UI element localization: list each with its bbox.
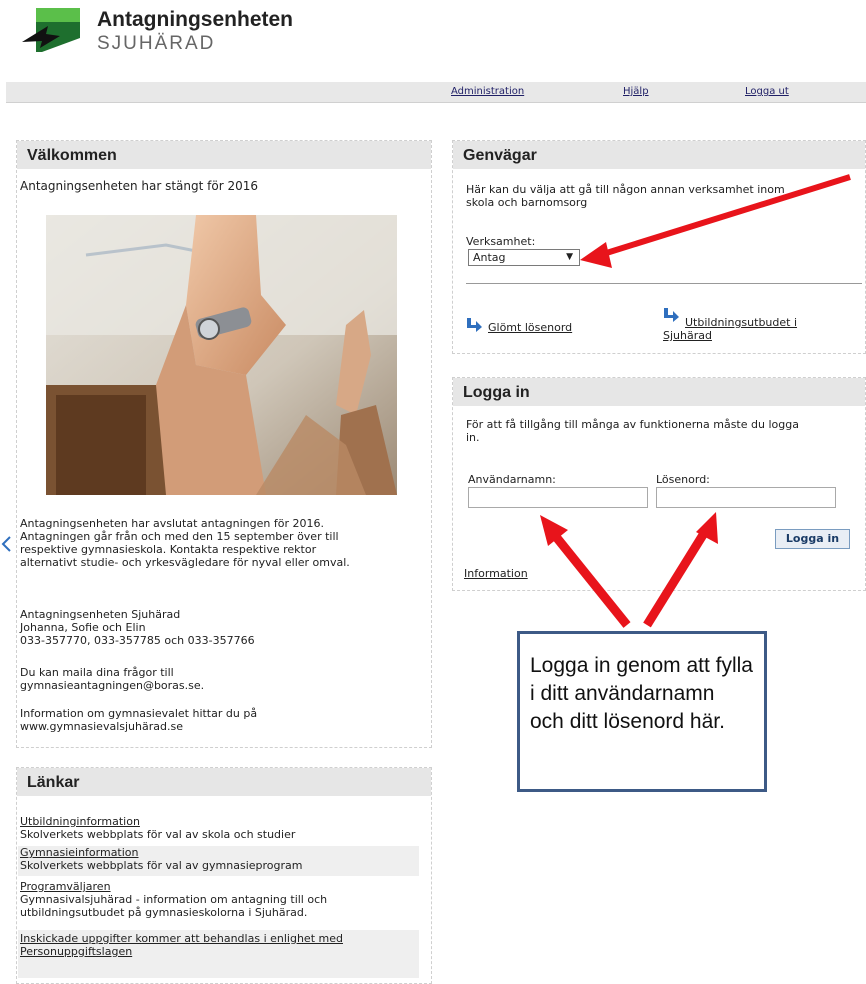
password-label: Lösenord:: [656, 473, 710, 486]
mail-info: Du kan maila dina frågor till gymnasiean…: [20, 666, 204, 692]
nav-logout-link[interactable]: Logga ut: [745, 86, 789, 97]
utbildning-link[interactable]: Utbildninginformation: [20, 815, 295, 828]
welcome-line: respektive gymnasieskola. Kontakta respe…: [20, 543, 317, 556]
links-title: Länkar: [27, 774, 80, 791]
mail-line: Du kan maila dina frågor till: [20, 666, 174, 679]
shortcuts-intro-line: Här kan du välja att gå till någon annan…: [466, 183, 785, 196]
logo-title: Antagningsenheten: [97, 8, 294, 31]
login-intro-line: För att få tillgång till många av funkti…: [466, 418, 799, 431]
contact-line: Antagningsenheten Sjuhärad: [20, 608, 181, 621]
shortcuts-title: Genvägar: [463, 147, 537, 164]
list-item: Gymnasieinformation Skolverkets webbplat…: [18, 846, 419, 876]
mail-line: gymnasieantagningen@boras.se.: [20, 679, 205, 692]
utbildningsutbud-link[interactable]: Utbildningsutbudet i Sjuhärad: [663, 316, 797, 342]
contact-line: 033-357770, 033-357785 och 033-357766: [20, 634, 255, 647]
gymnasieval-info: Information om gymnasievalet hittar du p…: [20, 707, 257, 733]
logo-subtitle: SJUHÄRAD: [97, 33, 216, 54]
nav-help-link[interactable]: Hjälp: [623, 86, 649, 97]
arrow-right-icon: [467, 318, 482, 332]
contact-info: Antagningsenheten Sjuhärad Johanna, Sofi…: [20, 608, 255, 647]
welcome-line: alternativt studie- och yrkesvägledare f…: [20, 556, 350, 569]
verksamhet-label: Verksamhet:: [466, 235, 536, 248]
welcome-panel-header: Välkommen: [17, 141, 431, 169]
personuppgift-link-line[interactable]: Personuppgiftslagen: [20, 945, 419, 958]
link-description: Skolverkets webbplats för val av gymnasi…: [20, 859, 303, 872]
link-description: Skolverkets webbplats för val av skola o…: [20, 828, 296, 841]
contact-line: Johanna, Sofie och Elin: [20, 621, 146, 634]
partial-arrow-icon: [1, 536, 11, 552]
chevron-down-icon: ▼: [566, 252, 573, 262]
utbildningsutbud-link-line[interactable]: Utbildningsutbudet i: [663, 316, 797, 329]
welcome-paragraph: Antagningsenheten har avslutat antagning…: [20, 517, 350, 569]
verksamhet-selected-value: Antag: [473, 251, 506, 264]
username-input[interactable]: [468, 487, 648, 508]
login-title: Logga in: [463, 384, 530, 401]
divider: [466, 283, 862, 284]
utbildningsutbud-link-line[interactable]: Sjuhärad: [663, 329, 797, 342]
login-button[interactable]: Logga in: [775, 529, 850, 549]
nav-administration-link[interactable]: Administration: [451, 86, 524, 97]
list-item: Utbildninginformation Skolverkets webbpl…: [20, 815, 295, 841]
welcome-line: Antagningsenheten har avslutat antagning…: [20, 517, 324, 530]
shortcuts-panel-header: Genvägar: [453, 141, 865, 169]
username-label: Användarnamn:: [468, 473, 556, 486]
information-link[interactable]: Information: [464, 567, 528, 580]
login-panel-header: Logga in: [453, 378, 865, 406]
top-nav-bar: [6, 82, 866, 103]
closed-notice: Antagningsenheten har stängt för 2016: [20, 179, 259, 193]
verksamhet-select[interactable]: Antag ▼: [468, 249, 580, 266]
links-panel-header: Länkar: [17, 768, 431, 796]
personuppgift-link-line[interactable]: Inskickade uppgifter kommer att behandla…: [20, 932, 419, 945]
shortcuts-intro: Här kan du välja att gå till någon annan…: [466, 183, 785, 209]
gymnasie-link[interactable]: Gymnasieinformation: [20, 846, 419, 859]
forgot-password-link[interactable]: Glömt lösenord: [488, 321, 572, 334]
shortcuts-intro-line: skola och barnomsorg: [466, 196, 588, 209]
info-line: Information om gymnasievalet hittar du p…: [20, 707, 258, 720]
welcome-title: Välkommen: [27, 147, 117, 164]
info-line: www.gymnasievalsjuhärad.se: [20, 720, 183, 733]
login-intro: För att få tillgång till många av funkti…: [466, 418, 799, 444]
password-input[interactable]: [656, 487, 836, 508]
link-description: utbildningsutbudet på gymnasieskolorna i…: [20, 906, 308, 919]
list-item: Programväljaren Gymnasivalsjuhärad - inf…: [20, 880, 327, 919]
classroom-photo: [46, 215, 397, 495]
logo-icon: [22, 8, 80, 52]
callout-box: Logga in genom att fylla i ditt användar…: [517, 631, 767, 792]
list-item: Inskickade uppgifter kommer att behandla…: [18, 930, 419, 978]
programvaljaren-link[interactable]: Programväljaren: [20, 880, 327, 893]
link-description: Gymnasivalsjuhärad - information om anta…: [20, 893, 328, 906]
welcome-line: Antagningen går från och med den 15 sept…: [20, 530, 339, 543]
login-intro-line: in.: [466, 431, 480, 444]
